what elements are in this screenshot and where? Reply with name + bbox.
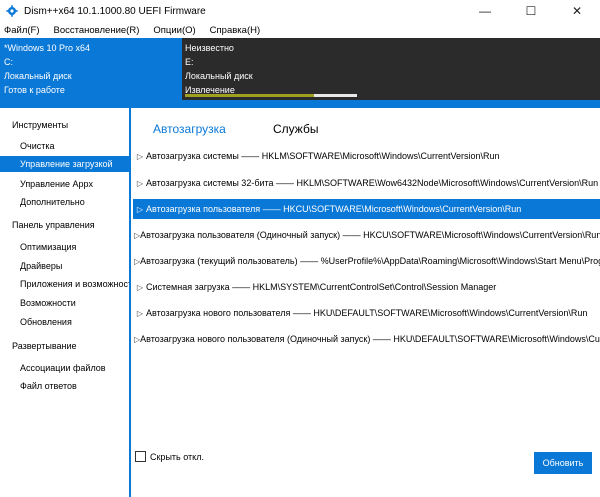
list-item[interactable]: ▷ Автозагрузка пользователя —— HKCU\SOFT… [133,199,600,219]
menu-options[interactable]: Опции(O) [153,25,195,36]
chevron-right-icon[interactable]: ▷ [134,205,146,214]
hide-disabled-toggle[interactable]: Скрыть откл. [135,451,204,462]
progress-fill [185,94,314,97]
hide-disabled-checkbox[interactable] [135,451,146,462]
sidebar-category-tools: Инструменты [12,120,69,130]
list-item[interactable]: ▷ Автозагрузка системы —— HKLM\SOFTWARE\… [133,146,600,166]
os-name: *Windows 10 Pro x64 [4,43,91,53]
chevron-right-icon[interactable]: ▷ [134,309,146,318]
sidebar-item-features[interactable]: Возможности [0,295,129,311]
window-controls: — ☐ ✕ [462,0,600,22]
refresh-button[interactable]: Обновить [534,452,592,474]
sidebar-item-appx[interactable]: Управление Appx [0,176,129,192]
minimize-button[interactable]: — [462,0,508,22]
sidebar: Инструменты Очистка Управление загрузкой… [0,108,131,497]
other-drive-letter: E: [185,57,194,67]
main-panel: Автозагрузка Службы ▷ Автозагрузка систе… [133,108,600,497]
list-item[interactable]: ▷ Автозагрузка (текущий пользователь) ——… [133,251,600,271]
chevron-right-icon[interactable]: ▷ [134,179,146,188]
list-item-label: Автозагрузка системы —— HKLM\SOFTWARE\Mi… [146,151,500,161]
list-item[interactable]: ▷ Автозагрузка нового пользователя —— HK… [133,303,600,323]
chevron-right-icon[interactable]: ▷ [134,283,146,292]
close-button[interactable]: ✕ [554,0,600,22]
list-item-label: Автозагрузка (текущий пользователь) —— %… [140,256,600,266]
list-item[interactable]: ▷ Автозагрузка нового пользователя (Один… [133,329,600,349]
menu-recovery[interactable]: Восстановление(R) [54,25,140,36]
sidebar-item-apps[interactable]: Приложения и возможности [0,276,129,292]
list-item-label: Автозагрузка нового пользователя (Одиноч… [140,334,600,344]
current-image-panel[interactable]: *Windows 10 Pro x64 C: Локальный диск Го… [0,38,182,100]
window-title: Dism++x64 10.1.1000.80 UEFI Firmware [24,5,206,17]
sidebar-item-file-associations[interactable]: Ассоциации файлов [0,360,129,376]
other-image-panel[interactable]: Неизвестно E: Локальный диск Извлечение [182,38,600,100]
list-item-label: Автозагрузка пользователя —— HKCU\SOFTWA… [146,204,522,214]
sidebar-category-control-panel: Панель управления [12,220,95,230]
menu-help[interactable]: Справка(H) [210,25,260,36]
other-os-name: Неизвестно [185,43,234,53]
menu-file[interactable]: Файл(F) [4,25,40,36]
sidebar-category-deployment: Развертывание [12,341,77,351]
list-item-label: Автозагрузка нового пользователя —— HKU\… [146,308,588,318]
progress-bar [185,94,357,97]
list-item-label: Автозагрузка системы 32-бита —— HKLM\SOF… [146,178,599,188]
title-bar: Dism++x64 10.1.1000.80 UEFI Firmware — ☐… [0,0,600,22]
sidebar-item-drivers[interactable]: Драйверы [0,258,129,274]
menu-bar: Файл(F) Восстановление(R) Опции(O) Справ… [0,22,600,38]
list-item-label: Автозагрузка пользователя (Одиночный зап… [140,230,600,240]
chevron-right-icon[interactable]: ▷ [134,152,146,161]
other-disk-type: Локальный диск [185,71,253,81]
list-item[interactable]: ▷ Автозагрузка пользователя (Одиночный з… [133,225,600,245]
list-item[interactable]: ▷ Автозагрузка системы 32-бита —— HKLM\S… [133,173,600,193]
list-item-label: Системная загрузка —— HKLM\SYSTEM\Curren… [146,282,497,292]
header-separator [0,100,600,108]
sidebar-item-updates[interactable]: Обновления [0,314,129,330]
status-text: Готов к работе [4,85,65,95]
sidebar-item-advanced[interactable]: Дополнительно [0,194,129,210]
sidebar-item-answer-file[interactable]: Файл ответов [0,378,129,394]
maximize-button[interactable]: ☐ [508,0,554,22]
disk-type: Локальный диск [4,71,72,81]
sidebar-item-boot-management[interactable]: Управление загрузкой [0,156,129,172]
drive-letter: C: [4,57,13,67]
sidebar-item-optimization[interactable]: Оптимизация [0,239,129,255]
app-gear-icon [6,5,18,17]
hide-disabled-label: Скрыть откл. [150,451,204,462]
list-item[interactable]: ▷ Системная загрузка —— HKLM\SYSTEM\Curr… [133,277,600,297]
sidebar-item-cleanup[interactable]: Очистка [0,138,129,154]
tab-autorun[interactable]: Автозагрузка [153,122,226,136]
tab-services[interactable]: Службы [273,122,318,136]
